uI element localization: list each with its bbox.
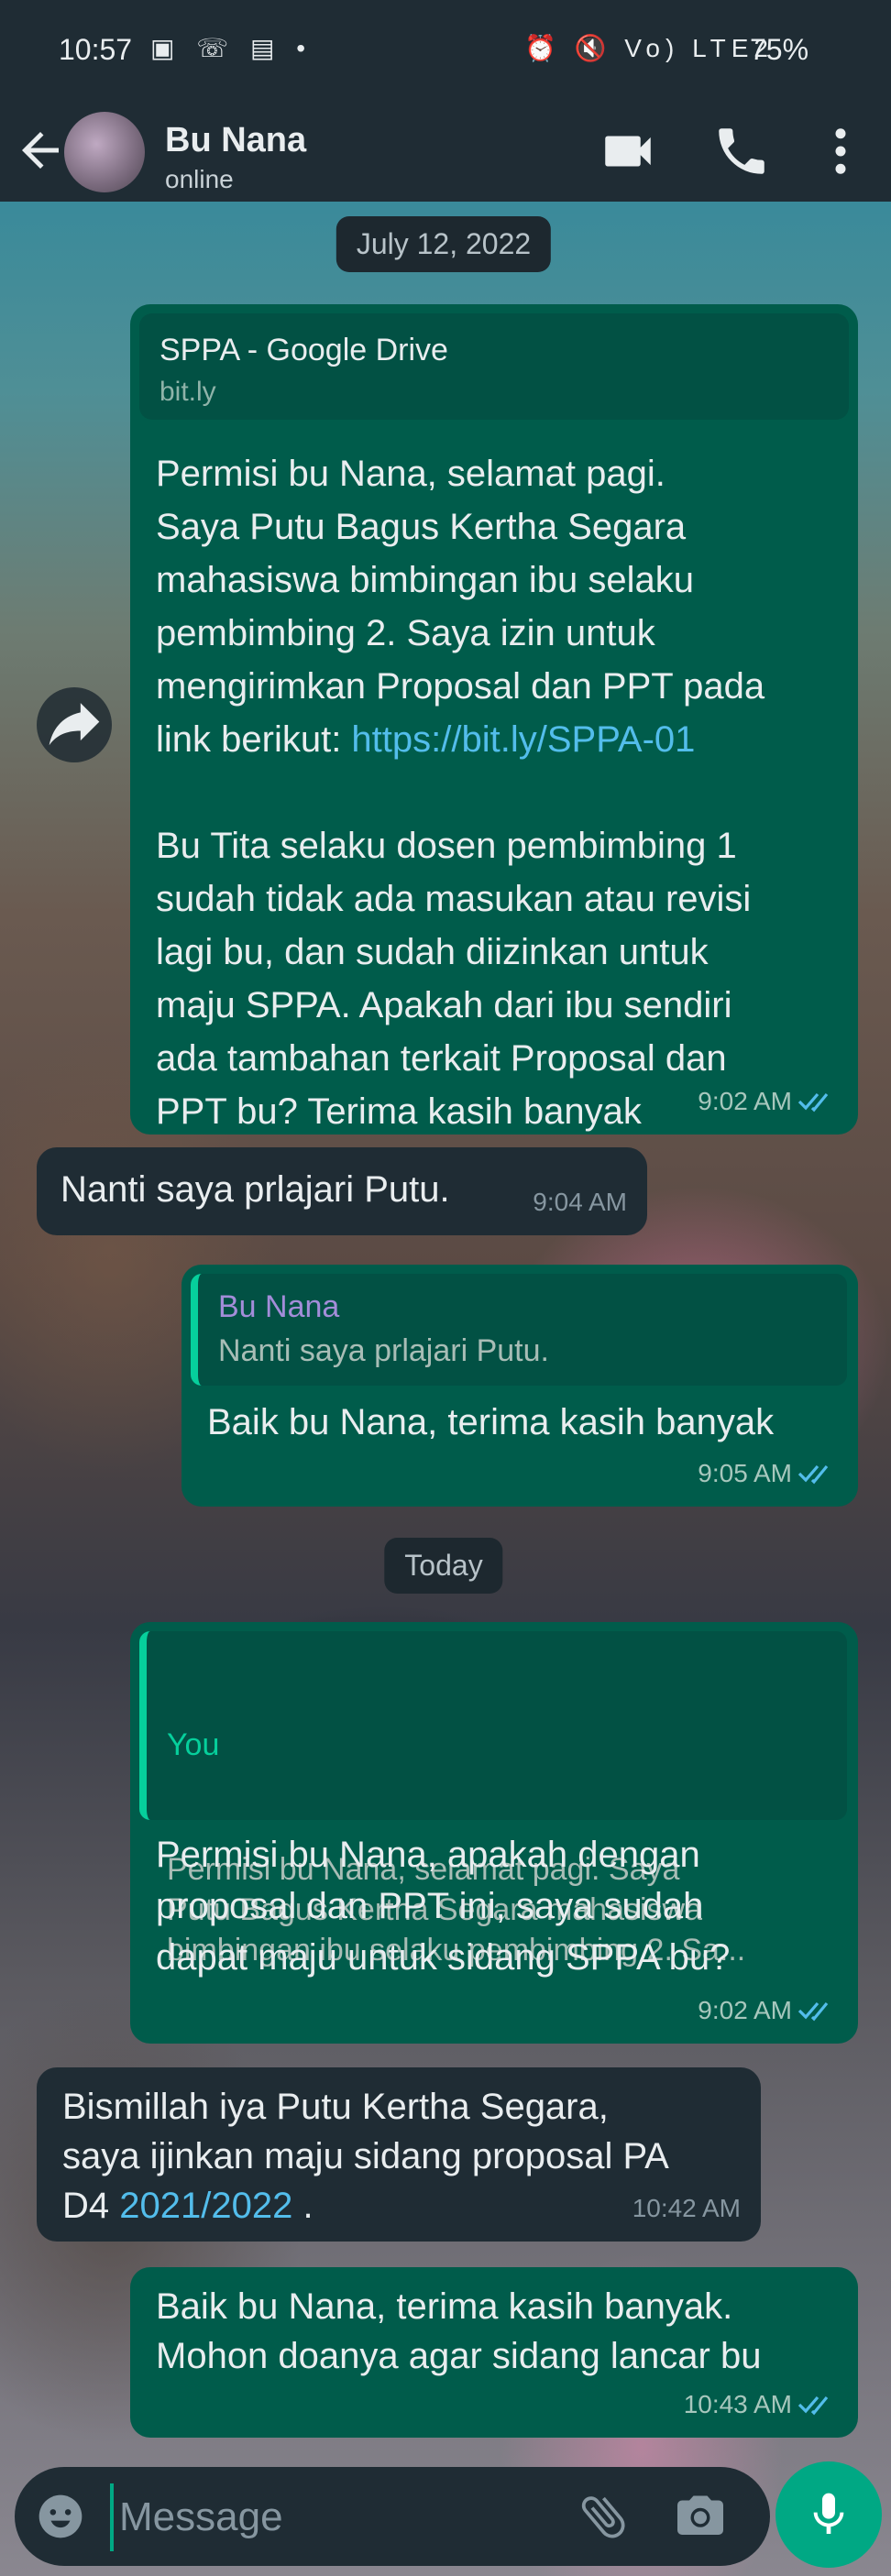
outgoing-message[interactable]: SPPA - Google Drive bit.ly Permisi bu Na… bbox=[130, 304, 858, 1135]
message-meta: 9:04 AM bbox=[533, 1178, 627, 1226]
message-meta: 10:43 AM bbox=[684, 2381, 838, 2428]
message-time: 9:04 AM bbox=[533, 1188, 627, 1216]
status-bar: 10:57 ▣ ☏ ▤ • ⏰ 🔇 Vo) LTE2 75% bbox=[0, 0, 891, 103]
double-check-icon bbox=[798, 2001, 829, 2022]
attach-icon[interactable] bbox=[576, 2489, 631, 2544]
message-text: Baik bu Nana, terima kasih banyak. Mohon… bbox=[156, 2286, 762, 2376]
emoji-icon[interactable] bbox=[35, 2491, 86, 2542]
message-text: Baik bu Nana, terima kasih banyak bbox=[207, 1402, 775, 1442]
message-time: 9:02 AM bbox=[698, 1087, 792, 1115]
chat-header: Bu Nana online bbox=[0, 103, 891, 202]
phone-icon[interactable] bbox=[711, 121, 772, 181]
message-text: Permisi bu Nana, selamat pagi. Saya Putu… bbox=[156, 454, 765, 1132]
mic-button[interactable] bbox=[776, 2461, 882, 2568]
battery-level: 75% bbox=[750, 33, 809, 66]
back-arrow-icon[interactable] bbox=[13, 123, 68, 178]
link-preview[interactable]: SPPA - Google Drive bit.ly bbox=[139, 313, 849, 420]
quote-author: Bu Nana bbox=[218, 1289, 340, 1324]
message-meta: 9:02 AM bbox=[698, 1987, 838, 2034]
contact-status: online bbox=[165, 165, 234, 193]
outgoing-message[interactable]: You Permisi bu Nana, selamat pagi. Saya … bbox=[130, 1622, 858, 2044]
message-text: Permisi bu Nana, apakah dengan proposal … bbox=[156, 1835, 731, 1978]
message-meta: 9:02 AM bbox=[698, 1078, 838, 1125]
avatar[interactable] bbox=[64, 112, 145, 192]
double-check-icon bbox=[798, 2395, 829, 2416]
message-time: 10:43 AM bbox=[683, 2390, 792, 2418]
incoming-message[interactable]: Nanti saya prlajari Putu. 9:04 AM bbox=[37, 1147, 647, 1235]
outgoing-message[interactable]: Baik bu Nana, terima kasih banyak. Mohon… bbox=[130, 2267, 858, 2438]
double-check-icon bbox=[798, 1092, 829, 1113]
quote-author: You bbox=[167, 1727, 220, 1762]
incoming-message[interactable]: Bismillah iya Putu Kertha Segara, saya i… bbox=[37, 2067, 761, 2242]
system-status-icons: ⏰ 🔇 Vo) LTE2 bbox=[524, 34, 774, 62]
message-time: 10:42 AM bbox=[632, 2194, 741, 2222]
double-check-icon bbox=[798, 1464, 829, 1485]
message-input[interactable] bbox=[110, 2483, 579, 2551]
forward-icon[interactable] bbox=[37, 687, 112, 762]
date-separator: Today bbox=[384, 1538, 503, 1594]
message-time: 9:02 AM bbox=[698, 1996, 792, 2024]
link-preview-title: SPPA - Google Drive bbox=[160, 333, 448, 367]
mic-icon bbox=[813, 2493, 844, 2534]
message-meta: 10:42 AM bbox=[632, 2185, 741, 2232]
message-link[interactable]: 2021/2022 bbox=[119, 2186, 292, 2226]
message-time: 9:05 AM bbox=[698, 1459, 792, 1487]
quoted-message[interactable]: Bu Nana Nanti saya prlajari Putu. bbox=[191, 1274, 847, 1386]
quote-text: Nanti saya prlajari Putu. bbox=[218, 1333, 549, 1368]
contact-name[interactable]: Bu Nana bbox=[165, 121, 306, 160]
status-time: 10:57 bbox=[59, 33, 133, 66]
outgoing-message[interactable]: Bu Nana Nanti saya prlajari Putu. Baik b… bbox=[182, 1265, 858, 1507]
link-preview-domain: bit.ly bbox=[160, 377, 216, 407]
quoted-message[interactable]: You Permisi bu Nana, selamat pagi. Saya … bbox=[139, 1631, 847, 1968]
message-link[interactable]: https://bit.ly/SPPA-01 bbox=[351, 719, 695, 760]
video-call-icon[interactable] bbox=[598, 121, 658, 181]
more-vert-icon[interactable] bbox=[810, 121, 871, 181]
message-text: Nanti saya prlajari Putu. bbox=[60, 1169, 450, 1210]
message-text: Bismillah iya Putu Kertha Segara, saya i… bbox=[62, 2087, 669, 2226]
notification-icons: ▣ ☏ ▤ • bbox=[150, 34, 314, 62]
date-separator: July 12, 2022 bbox=[336, 216, 552, 272]
message-composer bbox=[15, 2467, 770, 2566]
message-meta: 9:05 AM bbox=[698, 1450, 838, 1497]
camera-icon[interactable] bbox=[673, 2489, 728, 2544]
